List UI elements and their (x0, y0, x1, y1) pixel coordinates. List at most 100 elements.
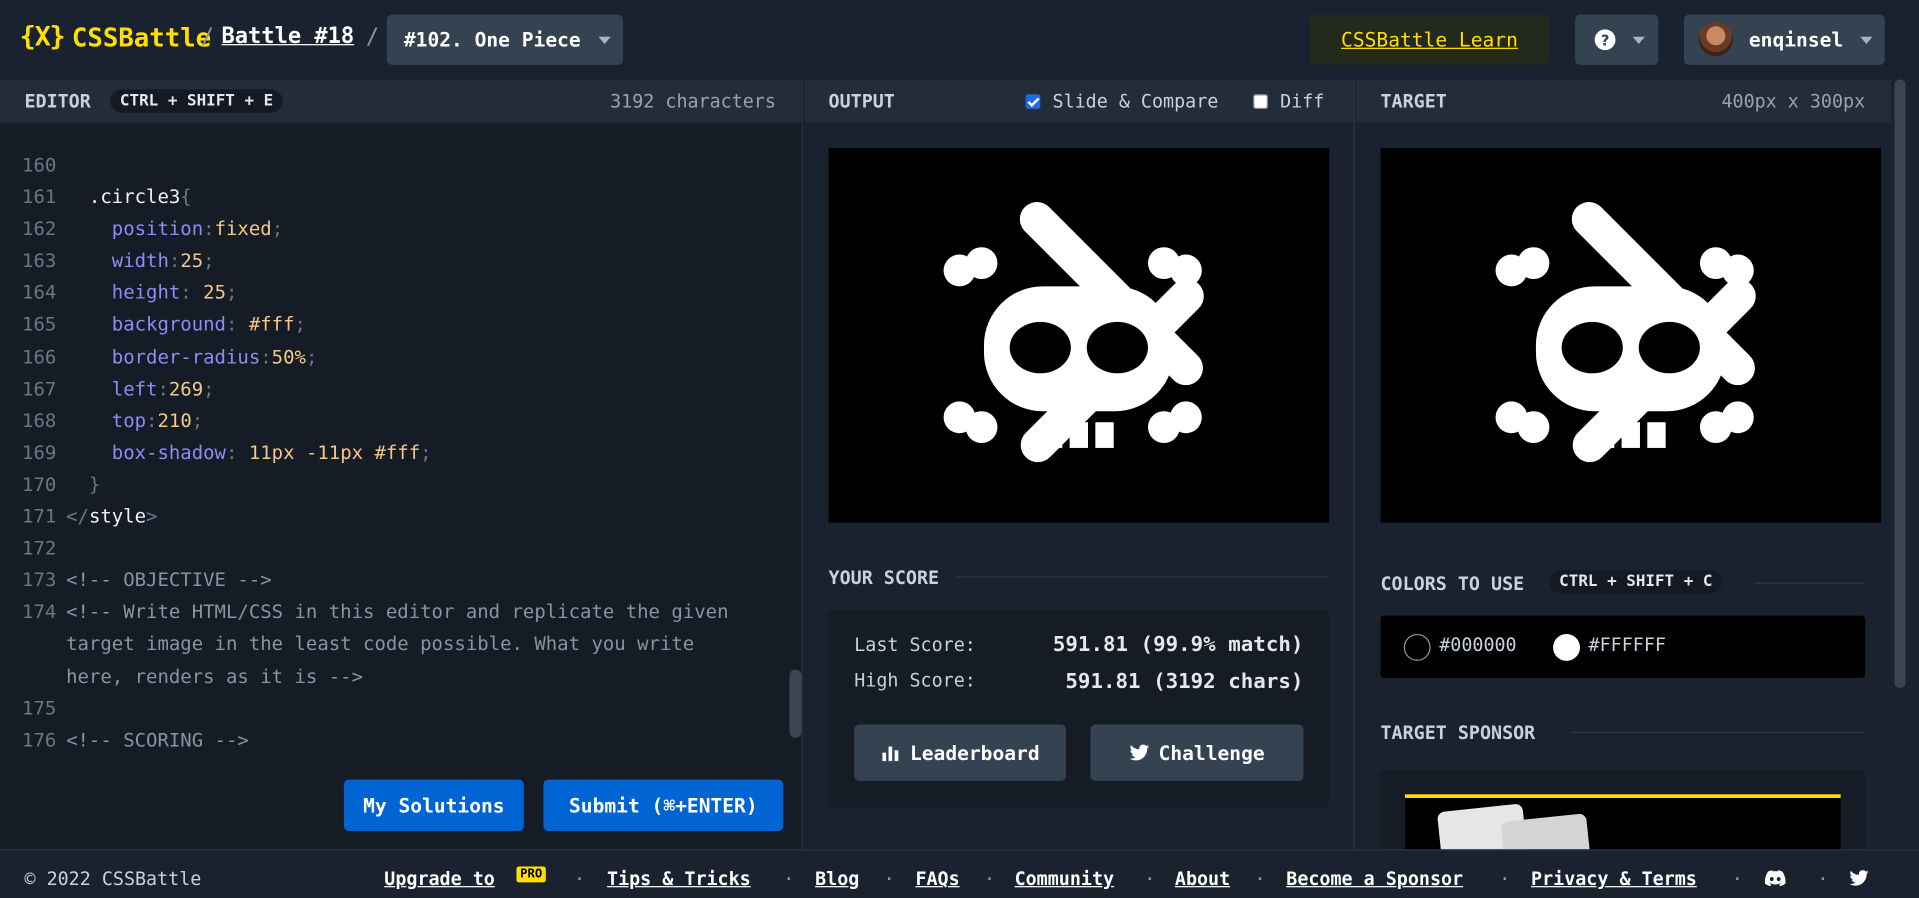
slide-compare-checkbox[interactable] (1025, 94, 1041, 109)
page-scrollbar[interactable] (1890, 79, 1919, 850)
code-line[interactable]: here, renders as it is --> (0, 660, 783, 692)
code-token: : (168, 250, 181, 273)
code-line[interactable]: 167 left:269; (0, 373, 783, 405)
line-number: 170 (22, 473, 57, 496)
colors-to-use: #000000 #FFFFFF (1380, 615, 1866, 679)
challenge-button[interactable]: Challenge (1090, 724, 1304, 781)
upgrade-link[interactable]: Upgrade to (384, 868, 495, 890)
footer-separator: · (1817, 867, 1829, 890)
line-number: 175 (22, 697, 57, 720)
code-token: 50% (271, 345, 306, 368)
code-line[interactable]: 176 <!-- SCORING --> (0, 724, 783, 756)
footer-separator: · (783, 867, 795, 890)
about-link[interactable]: About (1175, 868, 1230, 890)
code-token: <!-- Write HTML/CSS in this editor and r… (66, 601, 729, 624)
user-menu-button[interactable]: enqinsel (1684, 14, 1885, 65)
high-score-label: High Score: (854, 669, 976, 692)
code-token: .circle3 (66, 186, 181, 209)
editor-scrollbar[interactable] (789, 669, 802, 738)
leaderboard-button[interactable]: Leaderboard (854, 724, 1066, 781)
faqs-link[interactable]: FAQs (915, 868, 959, 890)
privacy-link[interactable]: Privacy & Terms (1531, 868, 1697, 890)
pro-badge[interactable]: PRO (516, 866, 546, 883)
code-token: 25 (203, 281, 227, 304)
line-text: background: #fff; (66, 309, 306, 341)
code-line[interactable]: 174 <!-- Write HTML/CSS in this editor an… (0, 596, 783, 628)
target-selector[interactable]: #102. One Piece (386, 14, 623, 65)
color-label-white[interactable]: #FFFFFF (1589, 634, 1666, 656)
color-swatch-white[interactable] (1553, 633, 1580, 661)
battle-link[interactable]: Battle #18 (222, 23, 355, 49)
code-line[interactable]: 170 } (0, 469, 783, 501)
character-count: 3192 characters (610, 90, 776, 113)
footer-separator: · (1254, 867, 1266, 890)
slide-compare-label[interactable]: Slide & Compare (1053, 91, 1219, 113)
breadcrumb-separator: / (200, 24, 214, 51)
color-swatch-black[interactable] (1403, 633, 1431, 661)
code-token: ; (420, 441, 432, 464)
line-number: 160 (22, 154, 57, 177)
code-line[interactable]: 161 .circle3{ (0, 181, 783, 213)
submit-button[interactable]: Submit (⌘+ENTER) (543, 779, 784, 831)
code-token: target image in the least code possible.… (66, 633, 695, 656)
line-number: 172 (22, 537, 57, 560)
line-number: 163 (22, 250, 57, 273)
code-token: ; (294, 313, 306, 336)
tips-link[interactable]: Tips & Tricks (607, 868, 751, 890)
diff-label[interactable]: Diff (1280, 91, 1324, 113)
code-token: #fff (248, 313, 295, 336)
output-canvas[interactable] (828, 148, 1330, 523)
code-line[interactable]: 162 position:fixed; (0, 213, 783, 245)
line-text: target image in the least code possible.… (66, 628, 694, 660)
code-editor[interactable]: 160 161 .circle3{162 position:fixed; 163 w… (0, 149, 783, 756)
code-token: width (66, 250, 169, 273)
code-line[interactable]: 175 (0, 692, 783, 724)
code-line[interactable]: 165 background: #fff; (0, 309, 783, 341)
twitter-icon (1129, 744, 1149, 761)
diff-checkbox[interactable] (1253, 94, 1268, 109)
line-number: 162 (22, 218, 57, 241)
line-text: left:269; (66, 373, 215, 405)
twitter-icon[interactable] (1849, 870, 1869, 886)
line-text: <!-- OBJECTIVE --> (66, 564, 272, 596)
sponsor-card[interactable] (1380, 769, 1866, 850)
code-token: here, renders as it is --> (66, 665, 364, 688)
blog-link[interactable]: Blog (815, 868, 859, 890)
bar-chart-icon (881, 746, 898, 762)
community-link[interactable]: Community (1015, 868, 1114, 890)
code-line[interactable]: 164 height: 25; (0, 277, 783, 309)
my-solutions-button[interactable]: My Solutions (343, 779, 524, 831)
code-token: <!-- SCORING --> (66, 729, 249, 752)
editor-header: EDITOR CTRL + SHIFT + E 3192 characters (0, 79, 802, 123)
learn-link[interactable]: CSSBattle Learn (1309, 14, 1550, 65)
sponsor-link[interactable]: Become a Sponsor (1286, 868, 1463, 890)
code-token: : (225, 313, 249, 336)
code-token: 25 (180, 250, 204, 273)
code-line[interactable]: 171 </style> (0, 501, 783, 533)
code-line[interactable]: target image in the least code possible.… (0, 628, 783, 660)
code-line[interactable]: 160 (0, 149, 783, 181)
code-token: fixed (214, 218, 272, 241)
color-label-black[interactable]: #000000 (1439, 634, 1516, 656)
code-line[interactable]: 169 box-shadow: 11px -11px #fff; (0, 437, 783, 469)
cssbattle-logo[interactable]: {X} CSSBattle (20, 22, 212, 53)
code-line[interactable]: 168 top:210; (0, 405, 783, 437)
target-canvas[interactable] (1380, 148, 1882, 523)
line-text: box-shadow: 11px -11px #fff; (66, 437, 432, 469)
code-line[interactable]: 163 width:25; (0, 245, 783, 277)
code-line[interactable]: 172 (0, 533, 783, 565)
code-token: left (66, 377, 158, 400)
code-line[interactable]: 173 <!-- OBJECTIVE --> (0, 564, 783, 596)
discord-icon[interactable] (1764, 870, 1786, 887)
line-text: .circle3{ (66, 181, 192, 213)
line-number: 168 (22, 409, 57, 432)
line-number: 169 (22, 441, 57, 464)
target-sponsor-title: TARGET SPONSOR (1380, 722, 1536, 745)
chevron-down-icon (1632, 36, 1645, 45)
help-menu-button[interactable]: ? (1575, 14, 1659, 65)
code-token: : (225, 441, 249, 464)
line-text: </style> (66, 501, 157, 533)
line-number: 174 (22, 601, 57, 624)
code-line[interactable]: 166 border-radius:50%; (0, 341, 783, 373)
last-score-label: Last Score: (854, 633, 976, 656)
